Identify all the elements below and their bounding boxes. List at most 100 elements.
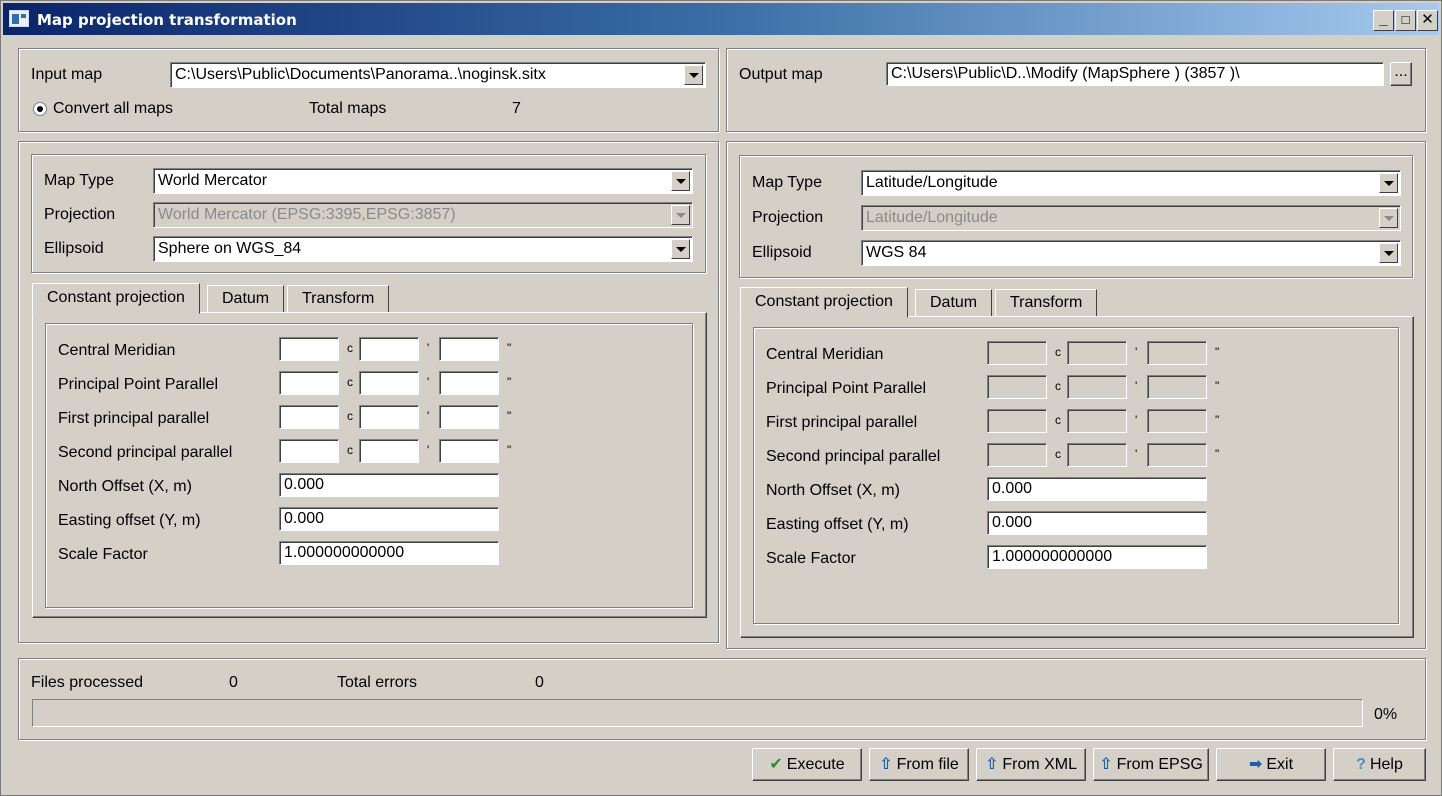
easting-offset-input[interactable]: 0.000 <box>987 511 1207 535</box>
second-unit: " <box>1215 447 1220 461</box>
deg-input[interactable] <box>279 405 339 429</box>
projection-label: Projection <box>752 209 824 226</box>
output-panel: Output map C:\Users\Public\D..\Modify (M… <box>726 48 1426 132</box>
deg-input[interactable] <box>279 337 339 361</box>
chevron-down-icon[interactable] <box>671 239 690 259</box>
ellipsoid-select[interactable]: Sphere on WGS_84 <box>153 236 693 262</box>
north-offset-input[interactable]: 0.000 <box>279 473 499 497</box>
min-input <box>1067 409 1127 433</box>
minute-unit: ' <box>427 375 430 389</box>
min-input <box>1067 375 1127 399</box>
total-errors-label: Total errors <box>337 674 418 691</box>
minute-unit: ' <box>427 341 430 355</box>
convert-all-radio[interactable] <box>33 102 47 116</box>
second-unit: " <box>1215 379 1220 393</box>
tab-constant-projection[interactable]: Constant projection <box>740 287 908 318</box>
from-file-button[interactable]: ⇧ From file <box>869 748 969 781</box>
ellipsoid-value: Sphere on WGS_84 <box>158 240 302 257</box>
min-input[interactable] <box>359 439 419 463</box>
central-meridian-label: Central Meridian <box>766 346 884 363</box>
map-type-value: World Mercator <box>158 172 268 189</box>
sec-input <box>1147 443 1207 467</box>
progress-bar <box>32 699 1363 727</box>
tab-constant-projection[interactable]: Constant projection <box>32 283 200 314</box>
easting-offset-input[interactable]: 0.000 <box>279 507 499 531</box>
input-map-select[interactable]: C:\Users\Public\Documents\Panorama..\nog… <box>170 62 706 88</box>
execute-button[interactable]: ✔ Execute <box>752 748 862 781</box>
map-type-label: Map Type <box>44 172 114 189</box>
sec-input <box>1147 341 1207 365</box>
map-type-select[interactable]: World Mercator <box>153 168 693 194</box>
window-title: Map projection transformation <box>37 11 297 29</box>
scale-factor-input[interactable]: 1.000000000000 <box>279 541 499 565</box>
main-window: Map projection transformation _ □ ✕ Inpu… <box>0 0 1442 796</box>
min-input[interactable] <box>359 371 419 395</box>
tab-datum[interactable]: Datum <box>915 289 993 317</box>
from-xml-button[interactable]: ⇧ From XML <box>976 748 1086 781</box>
minute-unit: ' <box>427 443 430 457</box>
input-map-value: C:\Users\Public\Documents\Panorama..\nog… <box>175 66 546 83</box>
map-type-label: Map Type <box>752 174 822 191</box>
sec-input[interactable] <box>439 405 499 429</box>
total-errors-value: 0 <box>535 674 544 691</box>
deg-input <box>987 443 1047 467</box>
min-input[interactable] <box>359 405 419 429</box>
progress-percent: 0% <box>1374 706 1398 723</box>
sec-input[interactable] <box>439 371 499 395</box>
browse-button[interactable]: ... <box>1390 62 1412 86</box>
deg-input <box>987 375 1047 399</box>
sec-input <box>1147 375 1207 399</box>
scale-factor-input[interactable]: 1.000000000000 <box>987 545 1207 569</box>
minimize-button[interactable]: _ <box>1373 10 1394 31</box>
chevron-down-icon <box>671 205 690 225</box>
north-offset-label: North Offset (X, m) <box>58 478 192 495</box>
tab-transform[interactable]: Transform <box>287 285 390 313</box>
projection-value: Latitude/Longitude <box>866 209 998 226</box>
tab-page: Central Meridian c ' " Principal Point P… <box>740 316 1414 638</box>
source-projection-panel: Map Type World Mercator Projection World… <box>18 141 719 643</box>
degree-unit: c <box>347 341 353 355</box>
files-processed-value: 0 <box>229 674 238 691</box>
title-bar[interactable]: Map projection transformation _ □ ✕ <box>3 3 1439 35</box>
help-label: Help <box>1369 756 1403 773</box>
map-type-value: Latitude/Longitude <box>866 174 998 191</box>
min-input[interactable] <box>359 337 419 361</box>
second-unit: " <box>507 409 512 423</box>
help-button[interactable]: ? Help <box>1333 748 1426 781</box>
map-type-select[interactable]: Latitude/Longitude <box>861 170 1401 196</box>
sec-input[interactable] <box>439 337 499 361</box>
tab-datum[interactable]: Datum <box>207 285 285 313</box>
first-principal-parallel-label: First principal parallel <box>766 414 918 431</box>
north-offset-input[interactable]: 0.000 <box>987 477 1207 501</box>
from-xml-label: From XML <box>1002 756 1078 773</box>
from-epsg-label: From EPSG <box>1116 756 1203 773</box>
input-map-label: Input map <box>31 66 103 83</box>
sec-input <box>1147 409 1207 433</box>
chevron-down-icon[interactable] <box>1379 173 1398 193</box>
deg-input <box>987 341 1047 365</box>
tab-transform[interactable]: Transform <box>995 289 1098 317</box>
output-map-field[interactable]: C:\Users\Public\D..\Modify (MapSphere ) … <box>886 62 1384 86</box>
convert-all-label[interactable]: Convert all maps <box>53 99 173 119</box>
ellipsoid-select[interactable]: WGS 84 <box>861 240 1401 266</box>
sec-input[interactable] <box>439 439 499 463</box>
first-principal-parallel-label: First principal parallel <box>58 410 210 427</box>
exit-button[interactable]: ➡ Exit <box>1216 748 1326 781</box>
total-maps-label: Total maps <box>309 100 387 117</box>
ellipsoid-label: Ellipsoid <box>752 244 812 261</box>
second-principal-parallel-label: Second principal parallel <box>766 448 941 465</box>
app-icon <box>9 10 29 27</box>
close-button[interactable]: ✕ <box>1417 10 1438 31</box>
execute-label: Execute <box>786 756 845 773</box>
from-epsg-button[interactable]: ⇧ From EPSG <box>1093 748 1209 781</box>
chevron-down-icon[interactable] <box>1379 243 1398 263</box>
degree-unit: c <box>347 375 353 389</box>
constant-projection-group: Central Meridian c ' " Principal Point P… <box>753 327 1399 624</box>
deg-input[interactable] <box>279 439 339 463</box>
deg-input[interactable] <box>279 371 339 395</box>
minute-unit: ' <box>1135 379 1138 393</box>
chevron-down-icon[interactable] <box>684 65 703 85</box>
arrow-right-icon: ➡ <box>1248 756 1263 773</box>
maximize-button[interactable]: □ <box>1395 10 1416 31</box>
chevron-down-icon[interactable] <box>671 171 690 191</box>
